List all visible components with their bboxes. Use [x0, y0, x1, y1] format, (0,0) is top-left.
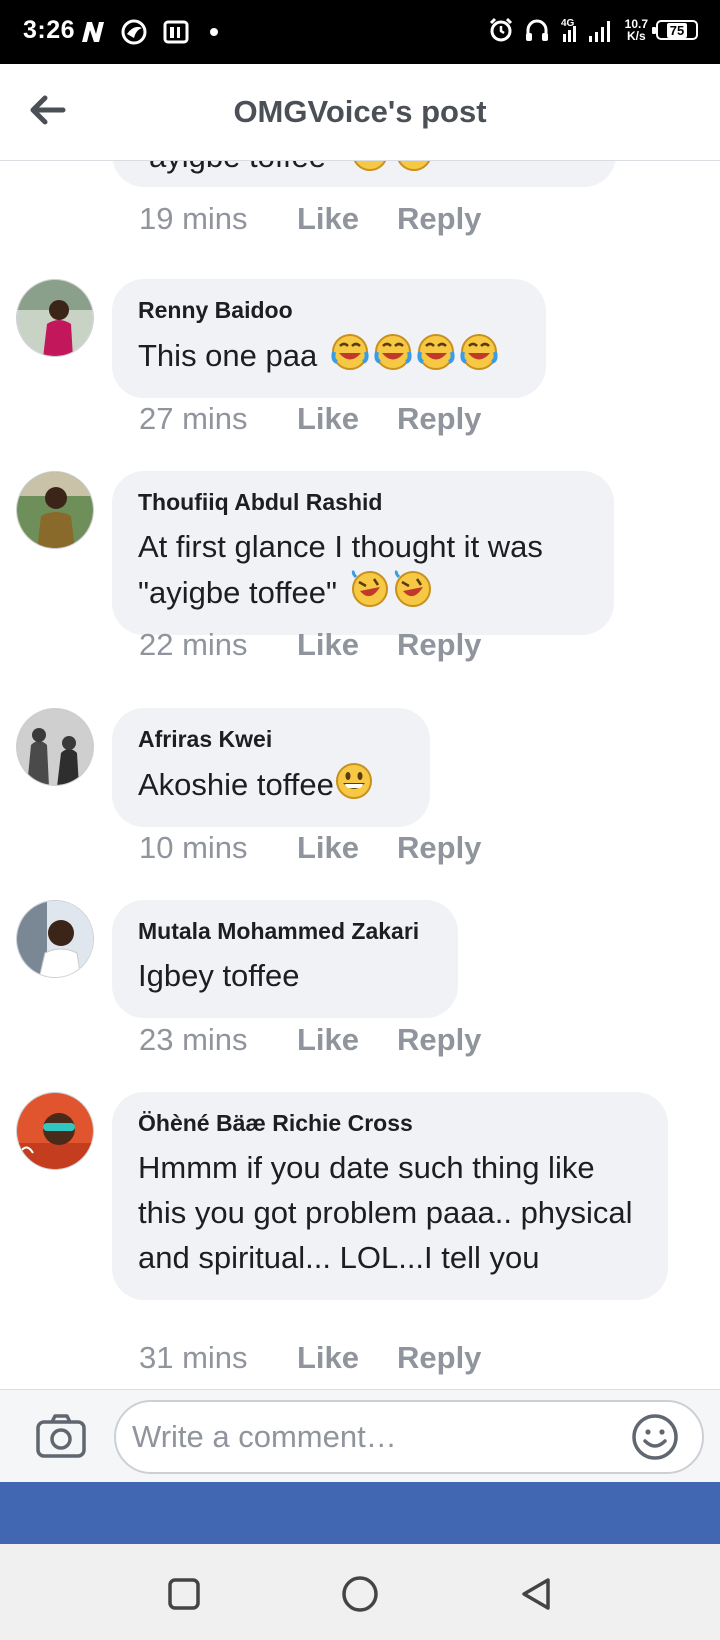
system-navigation-bar: [0, 1544, 720, 1640]
comment-meta: 27 mins Like Reply: [139, 401, 481, 437]
comment-time: 31 mins: [139, 1340, 248, 1375]
comment-time: 27 mins: [139, 401, 248, 436]
reply-button[interactable]: Reply: [397, 201, 481, 237]
bird-notification-icon: [121, 19, 147, 45]
comment-author[interactable]: Öhèné Bäæ Richie Cross: [138, 1110, 642, 1137]
app-notification-icon: [163, 20, 189, 44]
post-header: OMGVoice's post: [0, 64, 720, 161]
comment-bubble: Renny Baidoo This one paa: [112, 279, 546, 398]
like-button[interactable]: Like: [297, 830, 397, 866]
reply-button[interactable]: Reply: [397, 401, 481, 437]
comment-meta: 23 mins Like Reply: [139, 1022, 481, 1058]
comment-meta: 31 mins Like Reply: [139, 1340, 481, 1376]
comment-meta: 10 mins Like Reply: [139, 830, 481, 866]
tears-of-joy-emoji-icon: [331, 334, 498, 370]
rofl-emoji-icon: [351, 569, 431, 607]
reply-button[interactable]: Reply: [397, 1022, 481, 1058]
camera-icon: [36, 1414, 86, 1458]
comment-author[interactable]: Mutala Mohammed Zakari: [138, 918, 432, 945]
like-button[interactable]: Like: [297, 627, 397, 663]
page-title: OMGVoice's post: [233, 94, 487, 129]
bottom-accent-bar: [0, 1482, 720, 1544]
status-bar: 3:26 4G 10.7 K/s 75: [0, 0, 720, 64]
circle-icon: [342, 1576, 378, 1612]
comment-meta: 22 mins Like Reply: [139, 627, 481, 663]
comment-author[interactable]: Renny Baidoo: [138, 297, 520, 324]
comment-composer: [0, 1389, 720, 1482]
camera-button[interactable]: [34, 1410, 88, 1464]
comment-time: 10 mins: [139, 830, 248, 865]
avatar[interactable]: [16, 900, 94, 978]
avatar[interactable]: [16, 708, 94, 786]
comment-bubble: "ayigbe toffee": [112, 161, 616, 187]
rofl-emoji-icon: [353, 161, 386, 171]
like-button[interactable]: Like: [297, 401, 397, 437]
comment-bubble: Mutala Mohammed Zakari Igbey toffee: [112, 900, 458, 1018]
comment-author[interactable]: Afriras Kwei: [138, 726, 404, 753]
battery-icon: 75: [652, 20, 698, 40]
like-button[interactable]: Like: [297, 1022, 397, 1058]
comment-text: Hmmm if you date such thing like this yo…: [138, 1150, 633, 1275]
rofl-emoji-icon: [397, 161, 430, 171]
comment-bubble: Afriras Kwei Akoshie toffee: [112, 708, 430, 827]
comment-time: 22 mins: [139, 627, 248, 662]
comment-text: This one paa: [138, 338, 318, 373]
triangle-back-icon: [522, 1578, 550, 1610]
comment-text: Igbey toffee: [138, 958, 300, 993]
comment-text: Akoshie toffee: [138, 767, 334, 802]
comment-input[interactable]: [114, 1400, 704, 1474]
headphones-icon: [525, 19, 548, 41]
network-speed: 10.7 K/s: [624, 17, 648, 43]
like-button[interactable]: Like: [297, 201, 397, 237]
comment-time: 19 mins: [139, 201, 248, 236]
back-nav-button[interactable]: [514, 1572, 558, 1616]
avatar[interactable]: [16, 1092, 94, 1170]
reply-button[interactable]: Reply: [397, 627, 481, 663]
signal-strength-icon: 4G: [561, 18, 610, 42]
avatar[interactable]: [16, 279, 94, 357]
recents-button[interactable]: [162, 1572, 206, 1616]
home-button[interactable]: [338, 1572, 382, 1616]
comment-bubble: Öhèné Bäæ Richie Cross Hmmm if you date …: [112, 1092, 668, 1300]
comment-text: At first glance I thought it was "ayigbe…: [138, 529, 543, 610]
comment-time: 23 mins: [139, 1022, 248, 1057]
square-icon: [168, 1578, 200, 1610]
network-type-label: 4G: [561, 18, 575, 29]
netflix-notification-icon: [82, 22, 104, 42]
comments-list[interactable]: "ayigbe toffee" 19 mins Like Reply Renny…: [0, 161, 720, 1389]
reply-button[interactable]: Reply: [397, 830, 481, 866]
reply-button[interactable]: Reply: [397, 1340, 481, 1376]
grinning-emoji-icon: [335, 763, 372, 799]
like-button[interactable]: Like: [297, 1340, 397, 1376]
alarm-icon: [489, 17, 512, 42]
status-time: 3:26: [23, 16, 76, 44]
more-notifications-dot: [210, 28, 218, 36]
comment-bubble: Thoufiiq Abdul Rashid At first glance I …: [112, 471, 614, 635]
comment-meta: 19 mins Like Reply: [139, 201, 481, 237]
smiley-icon: [632, 1414, 678, 1460]
comment-author[interactable]: Thoufiiq Abdul Rashid: [138, 489, 588, 516]
battery-level: 75: [666, 22, 688, 38]
emoji-button[interactable]: [630, 1412, 680, 1462]
avatar[interactable]: [16, 471, 94, 549]
